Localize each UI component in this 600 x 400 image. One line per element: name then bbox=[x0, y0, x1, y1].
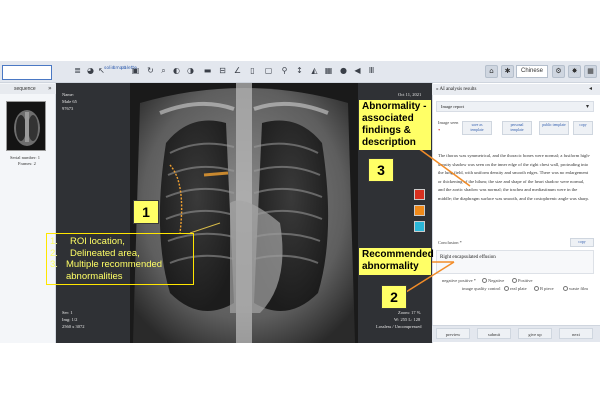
callout-findings: Abnormality -associated findings & descr… bbox=[359, 100, 431, 150]
callout-number-3: 3 bbox=[368, 158, 394, 182]
callout-recommended: Recommended abnormality bbox=[359, 248, 434, 275]
legend-row-number: 3. bbox=[50, 259, 58, 270]
legend-row: 1. ROI location, bbox=[50, 236, 190, 248]
legend-row-number: 2. bbox=[50, 247, 58, 259]
legend-row: 3. Multiple recommended abnormalities bbox=[50, 259, 190, 282]
callout-number-2: 2 bbox=[381, 285, 407, 309]
arrow-3 bbox=[417, 147, 471, 187]
callout-number-1: 1 bbox=[133, 200, 159, 224]
legend-row-text: Multiple recommended abnormalities bbox=[65, 259, 163, 282]
legend-row-text: Delineated area, bbox=[70, 247, 140, 259]
legend-row-text: ROI location, bbox=[70, 236, 125, 247]
legend-row: 2. Delineated area, bbox=[50, 248, 190, 260]
callout-roi-legend: 1. ROI location, 2. Delineated area, 3. Mul… bbox=[46, 233, 194, 285]
legend-row-number: 1. bbox=[50, 236, 58, 247]
annotation-arrows bbox=[405, 147, 471, 293]
